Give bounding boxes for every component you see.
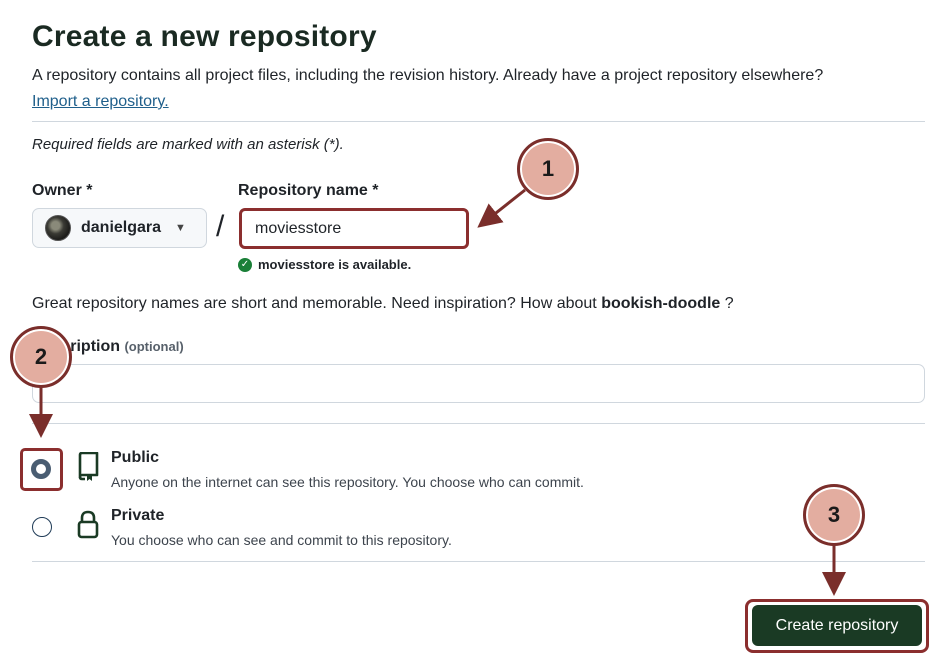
callout-arrows <box>29 188 846 596</box>
callout-2: 2 <box>10 326 72 388</box>
callout-3: 3 <box>803 484 865 546</box>
callout-1: 1 <box>517 138 579 200</box>
arrow-1 <box>477 188 526 228</box>
